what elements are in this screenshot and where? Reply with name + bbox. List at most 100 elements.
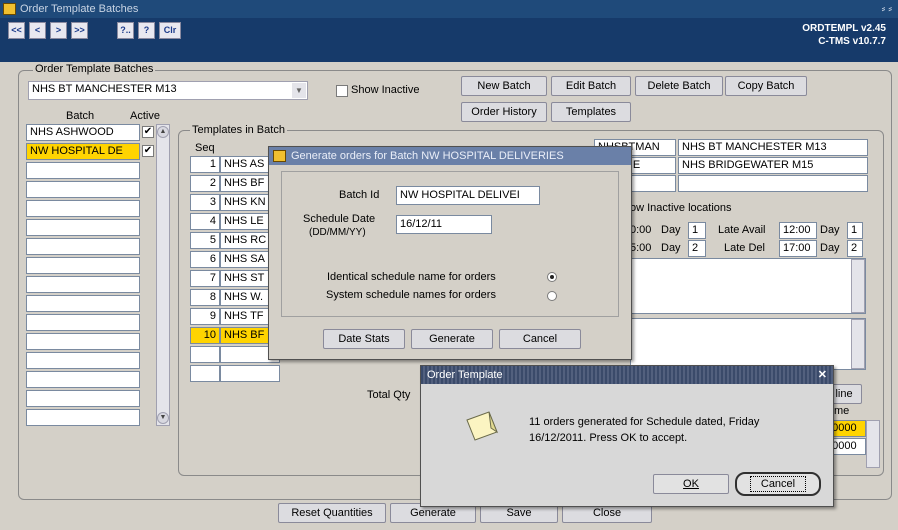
generate-dialog-button[interactable]: Generate (411, 329, 493, 349)
batch-row-empty[interactable] (26, 238, 140, 255)
location-name-2[interactable]: NHS BRIDGEWATER M15 (678, 157, 868, 174)
version-info: ORDTEMPL v2.45 C-TMS v10.7.7 (802, 22, 886, 48)
total-qty-label: Total Qty (367, 389, 411, 401)
day-label-3: Day (661, 242, 681, 254)
chevron-down-icon[interactable]: ▼ (157, 412, 169, 424)
first-record-button[interactable]: << (8, 22, 25, 39)
batch-row-name[interactable]: NHS ASHWOOD (26, 124, 140, 141)
main-window: Order Template Batches ⸗ ⸗ << < > >> ?..… (0, 0, 898, 530)
batch-row-empty[interactable] (26, 371, 140, 388)
template-seq-empty[interactable] (190, 346, 220, 363)
templates-button[interactable]: Templates (551, 102, 631, 122)
batch-row-empty[interactable] (26, 409, 140, 426)
notes-scrollbar-2[interactable] (851, 319, 865, 369)
notes-area-1[interactable] (630, 258, 866, 314)
help-button[interactable]: ? (138, 22, 155, 39)
template-seq[interactable]: 5 (190, 232, 220, 249)
app-icon (3, 3, 16, 15)
chevron-down-icon[interactable]: ▼ (292, 83, 306, 98)
window-title: Order Template Batches (20, 3, 139, 15)
batch-row-empty[interactable] (26, 276, 140, 293)
quantity-scrollbar[interactable] (866, 420, 880, 468)
batch-row-active[interactable]: ✔ (142, 145, 154, 157)
schedule-date-format: (DD/MM/YY) (309, 227, 366, 238)
batches-group-label: Order Template Batches (33, 63, 156, 75)
batch-row-empty[interactable] (26, 200, 140, 217)
template-seq[interactable]: 8 (190, 289, 220, 306)
ok-label: OK (683, 478, 699, 490)
batch-select[interactable]: NHS BT MANCHESTER M13 ▼ (28, 81, 308, 100)
late-avail-day[interactable]: 1 (847, 222, 863, 239)
template-seq[interactable]: 1 (190, 156, 220, 173)
alert-message-line-2: 16/12/2011. Press OK to accept. (529, 432, 688, 444)
late-del-day[interactable]: 2 (847, 240, 863, 257)
batch-row-name[interactable]: NW HOSPITAL DE (26, 143, 140, 160)
ok-button[interactable]: OK (653, 474, 729, 494)
location-name-3[interactable] (678, 175, 868, 192)
batch-id-field[interactable]: NW HOSPITAL DELIVEI (396, 186, 540, 205)
identical-schedule-radio[interactable] (547, 272, 557, 282)
template-name-empty[interactable] (220, 365, 280, 382)
alert-message-line-1: 11 orders generated for Schedule dated, … (529, 416, 760, 428)
batch-row-empty[interactable] (26, 219, 140, 236)
batch-row-empty[interactable] (26, 352, 140, 369)
batch-row-active[interactable]: ✔ (142, 126, 154, 138)
notes-area-2[interactable] (630, 318, 866, 370)
cancel-dialog-button[interactable]: Cancel (499, 329, 581, 349)
reset-quantities-button[interactable]: Reset Quantities (278, 503, 386, 523)
order-history-button[interactable]: Order History (461, 102, 547, 122)
system-schedule-radio[interactable] (547, 291, 557, 301)
close-icon[interactable]: ✕ (818, 366, 827, 384)
toolbar: << < > >> ?.. ? Clr ORDTEMPL v2.45 C-TMS… (0, 18, 898, 62)
col-active-header: Active (130, 110, 160, 122)
generate-orders-dialog: Generate orders for Batch NW HOSPITAL DE… (268, 146, 632, 360)
note-icon (466, 411, 499, 441)
window-controls[interactable]: ⸗ ⸗ (882, 0, 892, 18)
template-seq[interactable]: 2 (190, 175, 220, 192)
template-seq-empty[interactable] (190, 365, 220, 382)
copy-batch-button[interactable]: Copy Batch (725, 76, 807, 96)
batch-list-scrollbar[interactable] (156, 124, 170, 426)
late-del-label: Late Del (724, 242, 765, 254)
schedule-date-label: Schedule Date (303, 213, 376, 225)
edit-batch-button[interactable]: Edit Batch (551, 76, 631, 96)
batch-row-empty[interactable] (26, 162, 140, 179)
day-field-2[interactable]: 2 (688, 240, 706, 257)
order-template-alert: Order Template ✕ 11 orders generated for… (420, 365, 834, 507)
day-field-1[interactable]: 1 (688, 222, 706, 239)
late-avail-time[interactable]: 12:00 (779, 222, 817, 239)
template-seq[interactable]: 9 (190, 308, 220, 325)
batch-row-empty[interactable] (26, 333, 140, 350)
batch-row-empty[interactable] (26, 181, 140, 198)
delete-batch-button[interactable]: Delete Batch (635, 76, 723, 96)
template-seq[interactable]: 4 (190, 213, 220, 230)
show-inactive-checkbox[interactable] (336, 85, 348, 97)
batch-row-empty[interactable] (26, 390, 140, 407)
late-del-time[interactable]: 17:00 (779, 240, 817, 257)
new-batch-button[interactable]: New Batch (461, 76, 547, 96)
schedule-date-field[interactable]: 16/12/11 (396, 215, 492, 234)
template-seq[interactable]: 7 (190, 270, 220, 287)
next-record-button[interactable]: > (50, 22, 67, 39)
identical-schedule-label: Identical schedule name for orders (327, 271, 496, 283)
show-inactive-label: Show Inactive (351, 84, 420, 96)
batch-row-empty[interactable] (26, 295, 140, 312)
chevron-up-icon[interactable]: ▲ (157, 126, 169, 138)
last-record-button[interactable]: >> (71, 22, 88, 39)
alert-title-bar: Order Template ✕ (421, 366, 833, 384)
date-stats-button[interactable]: Date Stats (323, 329, 405, 349)
template-seq[interactable]: 3 (190, 194, 220, 211)
location-name-1[interactable]: NHS BT MANCHESTER M13 (678, 139, 868, 156)
list-values-button[interactable]: ?.. (117, 22, 134, 39)
batch-id-label: Batch Id (339, 189, 380, 201)
batch-row-empty[interactable] (26, 314, 140, 331)
day-label-1: Day (661, 224, 681, 236)
prev-record-button[interactable]: < (29, 22, 46, 39)
batch-row-empty[interactable] (26, 257, 140, 274)
template-seq[interactable]: 6 (190, 251, 220, 268)
template-seq[interactable]: 10 (190, 327, 220, 344)
notes-scrollbar-1[interactable] (851, 259, 865, 313)
show-inactive-locations-label: ow Inactive locations (630, 202, 732, 214)
cancel-alert-button[interactable]: Cancel (735, 472, 821, 496)
clear-button[interactable]: Clr (159, 22, 181, 39)
